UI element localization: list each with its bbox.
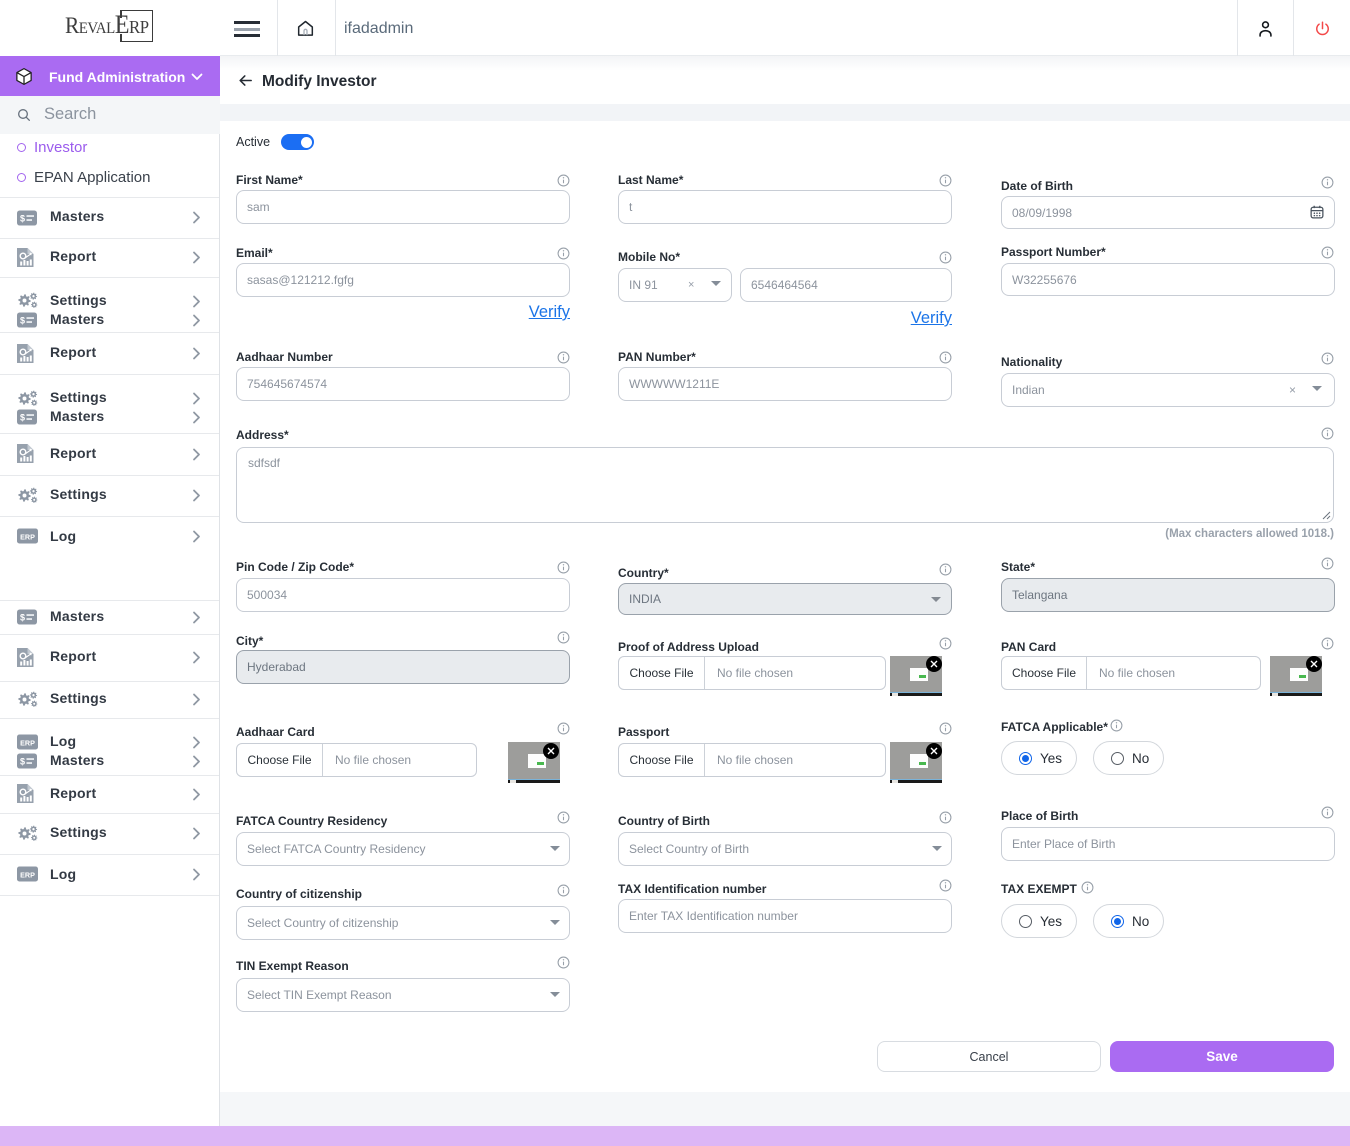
- svg-text:ERP: ERP: [20, 532, 35, 541]
- svg-text:ERP: ERP: [20, 738, 35, 747]
- svg-text:$: $: [20, 613, 25, 623]
- svg-text:ERP: ERP: [20, 870, 35, 879]
- svg-text:$: $: [20, 757, 25, 767]
- svg-text:$: $: [20, 413, 25, 423]
- svg-text:$: $: [20, 214, 25, 224]
- svg-text:$: $: [20, 316, 25, 326]
